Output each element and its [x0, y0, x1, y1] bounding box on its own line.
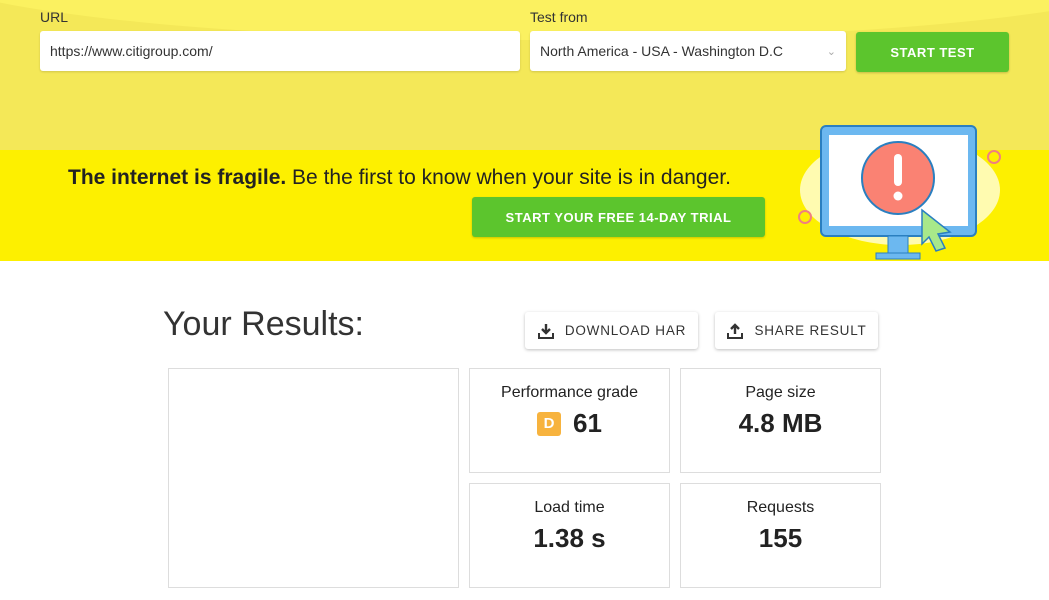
page-title: Your Results: — [163, 305, 364, 343]
url-value: https://www.citigroup.com/ — [50, 43, 213, 59]
grade-badge: D — [537, 411, 562, 436]
performance-grade-card: Performance grade D 61 — [469, 368, 670, 473]
share-icon — [727, 322, 744, 339]
screenshot-preview — [168, 368, 459, 588]
page-size-card: Page size 4.8 MB — [680, 368, 881, 473]
banner-tagline: The internet is fragile. Be the first to… — [68, 166, 731, 190]
chevron-down-icon: ⌄ — [826, 45, 836, 58]
download-har-button[interactable]: DOWNLOAD HAR — [525, 312, 698, 349]
banner-bold: The internet is fragile. — [68, 166, 287, 189]
share-result-label: SHARE RESULT — [754, 323, 867, 338]
card-label: Requests — [746, 499, 815, 516]
url-input[interactable]: https://www.citigroup.com/ — [40, 31, 520, 71]
requests-card: Requests 155 — [680, 483, 881, 588]
card-value: 1.38 s — [533, 523, 606, 553]
card-value: 61 — [573, 408, 602, 438]
share-result-button[interactable]: SHARE RESULT — [715, 312, 878, 349]
test-from-label: Test from — [530, 9, 588, 25]
monitor-alert-illustration — [798, 125, 1001, 260]
start-test-button[interactable]: START TEST — [856, 32, 1009, 72]
download-har-label: DOWNLOAD HAR — [564, 323, 687, 338]
download-icon — [537, 323, 554, 339]
load-time-card: Load time 1.38 s — [469, 483, 670, 588]
card-value: 4.8 MB — [738, 408, 823, 438]
test-from-value: North America - USA - Washington D.C — [540, 43, 784, 59]
test-from-select[interactable]: North America - USA - Washington D.C ⌄ — [530, 31, 846, 71]
card-label: Page size — [745, 384, 816, 401]
card-value: 155 — [758, 523, 803, 553]
card-label: Performance grade — [501, 384, 638, 401]
card-label: Load time — [534, 499, 605, 516]
banner-text: Be the first to know when your site is i… — [286, 166, 731, 189]
url-label: URL — [40, 9, 69, 25]
free-trial-button[interactable]: START YOUR FREE 14-DAY TRIAL — [472, 197, 765, 237]
